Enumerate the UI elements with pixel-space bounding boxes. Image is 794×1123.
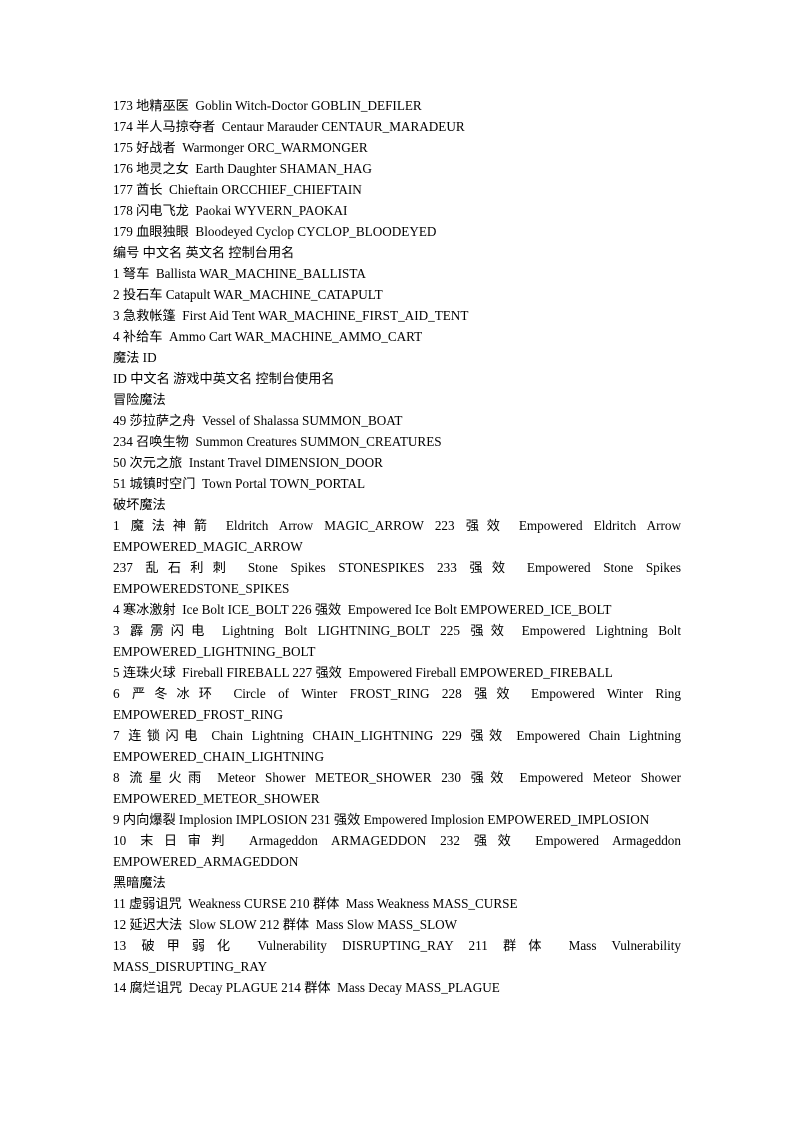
spell-49: 49 莎拉萨之舟 Vessel of Shalassa SUMMON_BOAT [113, 413, 403, 428]
spell-14: 14 腐烂诅咒 Decay PLAGUE 214 群体 Mass Decay M… [113, 980, 500, 995]
spell-9: 9 内向爆裂 Implosion IMPLOSION 231 强效 Empowe… [113, 812, 650, 827]
heading-destructive-magic: 破坏魔法 [113, 497, 166, 512]
spell-51: 51 城镇时空门 Town Portal TOWN_PORTAL [113, 476, 366, 491]
spell-237: 237 乱石利刺 Stone Spikes STONESPIKES 233 强效… [113, 560, 685, 596]
warmachine-table-header: 编号 中文名 英文名 控制台用名 [113, 245, 295, 260]
spell-234: 234 召唤生物 Summon Creatures SUMMON_CREATUR… [113, 434, 442, 449]
creature-173: 173 地精巫医 Goblin Witch-Doctor GOBLIN_DEFI… [113, 98, 422, 113]
spell-50: 50 次元之旅 Instant Travel DIMENSION_DOOR [113, 455, 383, 470]
spell-12: 12 延迟大法 Slow SLOW 212 群体 Mass Slow MASS_… [113, 917, 458, 932]
spell-4: 4 寒冰激射 Ice Bolt ICE_BOLT 226 强效 Empowere… [113, 602, 612, 617]
heading-magic-id: 魔法 ID [113, 350, 157, 365]
spell-5: 5 连珠火球 Fireball FIREBALL 227 强效 Empowere… [113, 665, 613, 680]
heading-adventure-magic: 冒险魔法 [113, 392, 166, 407]
spell-13: 13 破甲弱化 Vulnerability DISRUPTING_RAY 211… [113, 938, 685, 974]
magic-table-header: ID 中文名 游戏中英文名 控制台使用名 [113, 371, 335, 386]
heading-dark-magic: 黑暗魔法 [113, 875, 166, 890]
warmachine-1: 1 弩车 Ballista WAR_MACHINE_BALLISTA [113, 266, 366, 281]
document-text-block: 173 地精巫医 Goblin Witch-Doctor GOBLIN_DEFI… [113, 95, 681, 998]
spell-10: 10 末日审判 Armageddon ARMAGEDDON 232 强效 Emp… [113, 833, 685, 869]
spell-6: 6 严冬冰环 Circle of Winter FROST_RING 228 强… [113, 686, 685, 722]
creature-178: 178 闪电飞龙 Paokai WYVERN_PAOKAI [113, 203, 348, 218]
spell-3: 3 霹雳闪电 Lightning Bolt LIGHTNING_BOLT 225… [113, 623, 685, 659]
creature-175: 175 好战者 Warmonger ORC_WARMONGER [113, 140, 368, 155]
warmachine-3: 3 急救帐篷 First Aid Tent WAR_MACHINE_FIRST_… [113, 308, 469, 323]
creature-176: 176 地灵之女 Earth Daughter SHAMAN_HAG [113, 161, 372, 176]
warmachine-4: 4 补给车 Ammo Cart WAR_MACHINE_AMMO_CART [113, 329, 423, 344]
spell-1: 1 魔法神箭 Eldritch Arrow MAGIC_ARROW 223 强效… [113, 518, 685, 554]
warmachine-2: 2 投石车 Catapult WAR_MACHINE_CATAPULT [113, 287, 383, 302]
spell-7: 7 连锁闪电 Chain Lightning CHAIN_LIGHTNING 2… [113, 728, 685, 764]
document-page: 173 地精巫医 Goblin Witch-Doctor GOBLIN_DEFI… [0, 0, 794, 1123]
creature-174: 174 半人马掠夺者 Centaur Marauder CENTAUR_MARA… [113, 119, 465, 134]
creature-179: 179 血眼独眼 Bloodeyed Cyclop CYCLOP_BLOODEY… [113, 224, 437, 239]
creature-177: 177 酋长 Chieftain ORCCHIEF_CHIEFTAIN [113, 182, 362, 197]
spell-11: 11 虚弱诅咒 Weakness CURSE 210 群体 Mass Weakn… [113, 896, 518, 911]
spell-8: 8 流星火雨 Meteor Shower METEOR_SHOWER 230 强… [113, 770, 685, 806]
